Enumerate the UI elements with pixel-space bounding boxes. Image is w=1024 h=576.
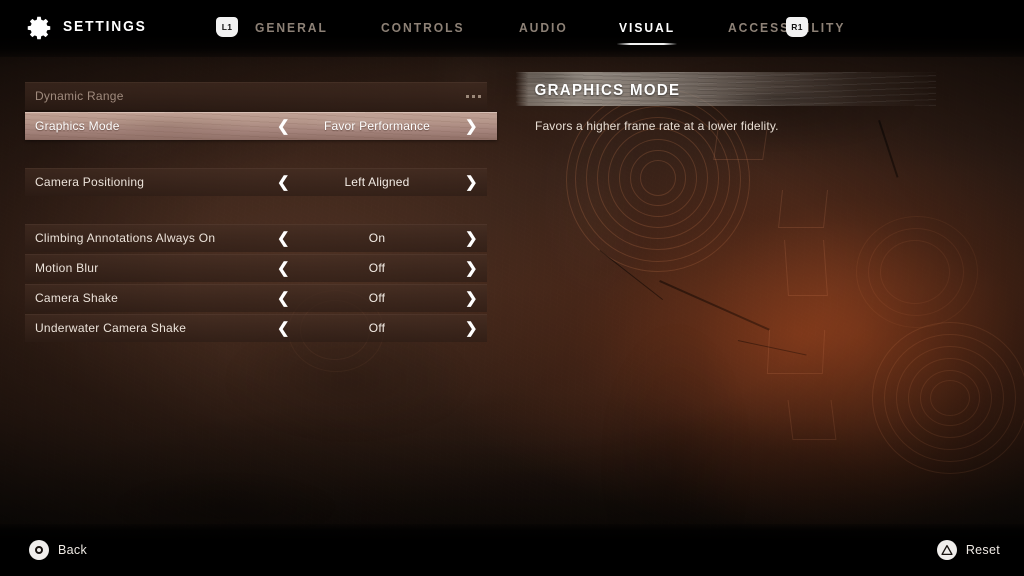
tab-general[interactable]: GENERAL [255, 20, 328, 37]
reset-button[interactable]: Reset [936, 540, 1000, 560]
chevron-left-icon[interactable]: ❮ [277, 231, 290, 246]
page-title: SETTINGS [63, 18, 147, 35]
settings-screen: SETTINGS L1 GENERAL CONTROLS AUDIO VISUA… [0, 0, 1024, 576]
tab-visual[interactable]: VISUAL [617, 20, 678, 45]
setting-label: Underwater Camera Shake [35, 321, 187, 335]
back-button[interactable]: Back [29, 540, 87, 560]
settings-list: Dynamic Range Graphics Mode ❮ Favor Perf… [0, 82, 520, 346]
setting-value: Off [368, 261, 386, 275]
chevron-right-icon[interactable]: ❯ [465, 321, 478, 336]
left-bumper-label: L1 [221, 22, 233, 32]
setting-label: Climbing Annotations Always On [35, 231, 216, 245]
playstation-circle-button-icon [29, 540, 49, 560]
description-title: GRAPHICS MODE [534, 82, 681, 99]
setting-value: Left Aligned [344, 175, 410, 189]
setting-value: On [368, 231, 386, 245]
right-bumper-label: R1 [791, 22, 803, 32]
setting-label: Camera Positioning [35, 175, 145, 189]
setting-row-dynamic-range[interactable]: Dynamic Range [25, 82, 487, 110]
ellipsis-icon [466, 94, 481, 98]
chevron-left-icon[interactable]: ❮ [277, 261, 290, 276]
setting-row-graphics-mode[interactable]: Graphics Mode ❮ Favor Performance ❯ [25, 112, 497, 140]
setting-label: Camera Shake [35, 291, 119, 305]
chevron-left-icon[interactable]: ❮ [277, 291, 290, 306]
chevron-right-icon[interactable]: ❯ [465, 291, 478, 306]
chevron-left-icon[interactable]: ❮ [277, 119, 290, 134]
setting-value: Off [368, 291, 386, 305]
setting-row-motion-blur[interactable]: Motion Blur ❮ Off ❯ [25, 254, 487, 282]
setting-label: Dynamic Range [35, 89, 124, 103]
reset-button-label: Reset [965, 543, 1000, 557]
playstation-triangle-button-icon [936, 540, 957, 560]
tab-controls[interactable]: CONTROLS [381, 20, 464, 37]
setting-label: Graphics Mode [35, 119, 120, 133]
footer-bar: Back Reset [0, 524, 1024, 576]
setting-row-camera-positioning[interactable]: Camera Positioning ❮ Left Aligned ❯ [25, 168, 487, 196]
gear-icon [24, 13, 54, 43]
group-separator [0, 200, 520, 226]
setting-value: Off [368, 321, 386, 335]
description-banner: GRAPHICS MODE [516, 72, 998, 106]
chevron-right-icon[interactable]: ❯ [465, 261, 478, 276]
group-separator [0, 144, 520, 170]
right-bumper-badge[interactable]: R1 [786, 17, 808, 37]
tab-audio[interactable]: AUDIO [519, 20, 568, 37]
setting-row-camera-shake[interactable]: Camera Shake ❮ Off ❯ [25, 284, 487, 312]
chevron-right-icon[interactable]: ❯ [465, 231, 478, 246]
setting-row-climbing-annotations-always-on[interactable]: Climbing Annotations Always On ❮ On ❯ [25, 224, 487, 252]
back-button-label: Back [58, 543, 87, 557]
chevron-right-icon[interactable]: ❯ [465, 119, 478, 134]
description-panel: GRAPHICS MODE Favors a higher frame rate… [516, 72, 998, 135]
setting-value: Favor Performance [323, 119, 431, 133]
description-body: Favors a higher frame rate at a lower fi… [535, 119, 779, 133]
chevron-right-icon[interactable]: ❯ [465, 175, 478, 190]
settings-header: SETTINGS L1 GENERAL CONTROLS AUDIO VISUA… [0, 0, 1024, 57]
setting-row-underwater-camera-shake[interactable]: Underwater Camera Shake ❮ Off ❯ [25, 314, 487, 342]
chevron-left-icon[interactable]: ❮ [277, 321, 290, 336]
chevron-left-icon[interactable]: ❮ [277, 175, 290, 190]
setting-label: Motion Blur [35, 261, 99, 275]
left-bumper-badge[interactable]: L1 [216, 17, 238, 37]
